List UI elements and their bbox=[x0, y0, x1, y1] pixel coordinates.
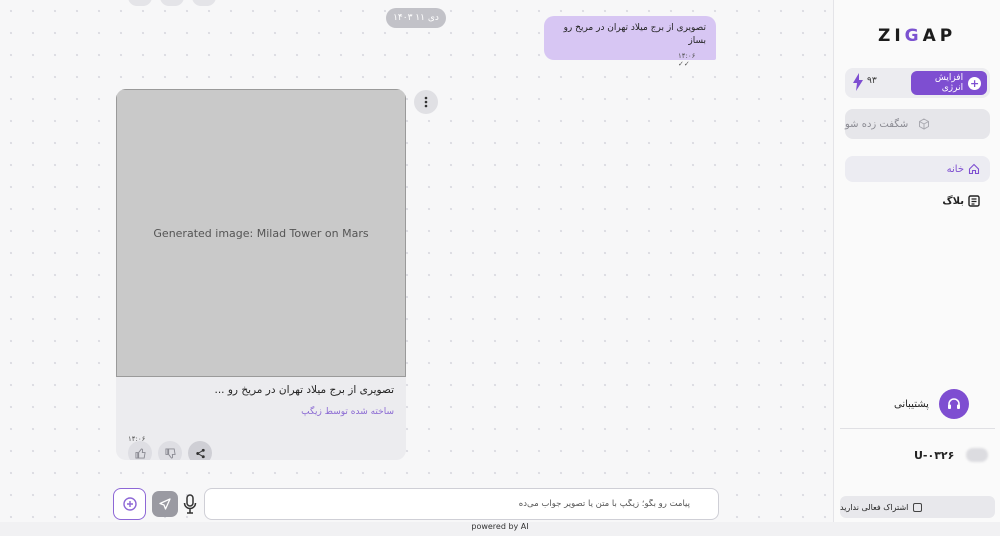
date-separator: ۱۴۰۳ دی ۱۱ bbox=[386, 8, 446, 28]
chat-area: ۱۴۰۳ دی ۱۱ تصویری از برج میلاد تهران در … bbox=[0, 0, 833, 536]
logo-text-right: AP bbox=[922, 26, 957, 46]
plus-icon: + bbox=[968, 76, 981, 90]
avatar bbox=[966, 448, 989, 462]
send-button[interactable] bbox=[152, 491, 178, 517]
generated-image[interactable]: Generated image: Milad Tower on Mars bbox=[116, 89, 406, 377]
support-label: پشتیبانی bbox=[894, 398, 929, 410]
message-input[interactable] bbox=[204, 488, 719, 520]
sidebar-item-label: خانه bbox=[946, 163, 964, 175]
user-message-meta: ۱۴:۰۶ ✓✓ bbox=[554, 52, 706, 68]
sidebar: ZIGAP ۹۳ + افزایش انرژی شگفت زده شو خانه… bbox=[833, 0, 1000, 522]
bot-credit-link[interactable]: ساخته شده توسط زیگپ bbox=[116, 397, 406, 417]
energy-value: ۹۳ bbox=[867, 76, 877, 86]
double-check-icon: ✓✓ bbox=[678, 60, 690, 68]
action-chip[interactable] bbox=[128, 0, 152, 6]
chat-plus-icon bbox=[122, 497, 137, 511]
user-code: U-۰۳۲۶ bbox=[914, 448, 955, 462]
support-button[interactable]: پشتیبانی bbox=[894, 388, 986, 420]
logo-text-left: ZI bbox=[878, 26, 905, 46]
bot-message-card: Generated image: Milad Tower on Mars تصو… bbox=[116, 89, 406, 460]
powered-by-footer: powered by AI bbox=[0, 522, 1000, 536]
lightning-icon bbox=[853, 73, 863, 91]
headset-icon bbox=[938, 389, 969, 419]
bot-message-actions bbox=[128, 441, 212, 460]
increase-energy-button[interactable]: + افزایش انرژی bbox=[911, 71, 987, 95]
action-chip[interactable] bbox=[192, 0, 216, 6]
thumbs-down-icon bbox=[164, 447, 176, 459]
home-icon bbox=[968, 163, 980, 175]
user-message-time: ۱۴:۰۶ bbox=[678, 52, 696, 60]
surprise-me-button[interactable]: شگفت زده شو bbox=[845, 109, 990, 139]
subscription-icon bbox=[913, 502, 923, 512]
user-account[interactable]: U-۰۳۲۶ bbox=[914, 446, 989, 464]
surprise-me-label: شگفت زده شو bbox=[845, 118, 909, 130]
microphone-button[interactable] bbox=[180, 492, 200, 516]
share-button[interactable] bbox=[188, 441, 212, 460]
subscription-label: اشتراک فعالی ندارید bbox=[840, 502, 909, 512]
new-chat-button[interactable] bbox=[113, 488, 146, 520]
bot-message-caption: تصویری از برج میلاد تهران در مریخ رو ... bbox=[214, 384, 394, 396]
sidebar-item-blog[interactable]: بلاگ bbox=[845, 188, 990, 214]
increase-energy-label: افزایش انرژی bbox=[934, 73, 964, 93]
cube-icon bbox=[919, 118, 930, 130]
user-message-bubble: تصویری از برج میلاد تهران در مریخ رو بسا… bbox=[544, 16, 716, 68]
sidebar-item-label: بلاگ bbox=[942, 195, 964, 207]
vertical-dots-icon bbox=[424, 96, 428, 108]
zigap-logo[interactable]: ZIGAP bbox=[878, 26, 956, 46]
action-chip[interactable] bbox=[160, 0, 184, 6]
sidebar-item-home[interactable]: خانه bbox=[845, 156, 990, 182]
previous-actions bbox=[128, 0, 216, 6]
dislike-button[interactable] bbox=[158, 441, 182, 460]
blog-icon bbox=[968, 195, 980, 207]
subscription-status[interactable]: اشتراک فعالی ندارید bbox=[840, 496, 995, 518]
user-message-text: تصویری از برج میلاد تهران در مریخ رو بسا… bbox=[563, 23, 706, 46]
sidebar-divider bbox=[840, 428, 995, 429]
more-options-button[interactable] bbox=[414, 90, 438, 114]
send-icon bbox=[159, 498, 171, 510]
thumbs-up-icon bbox=[134, 447, 146, 459]
logo-text-mid: G bbox=[904, 26, 923, 46]
share-icon bbox=[195, 448, 205, 458]
energy-panel: ۹۳ + افزایش انرژی bbox=[845, 68, 990, 98]
like-button[interactable] bbox=[128, 441, 152, 460]
microphone-icon bbox=[183, 494, 197, 514]
